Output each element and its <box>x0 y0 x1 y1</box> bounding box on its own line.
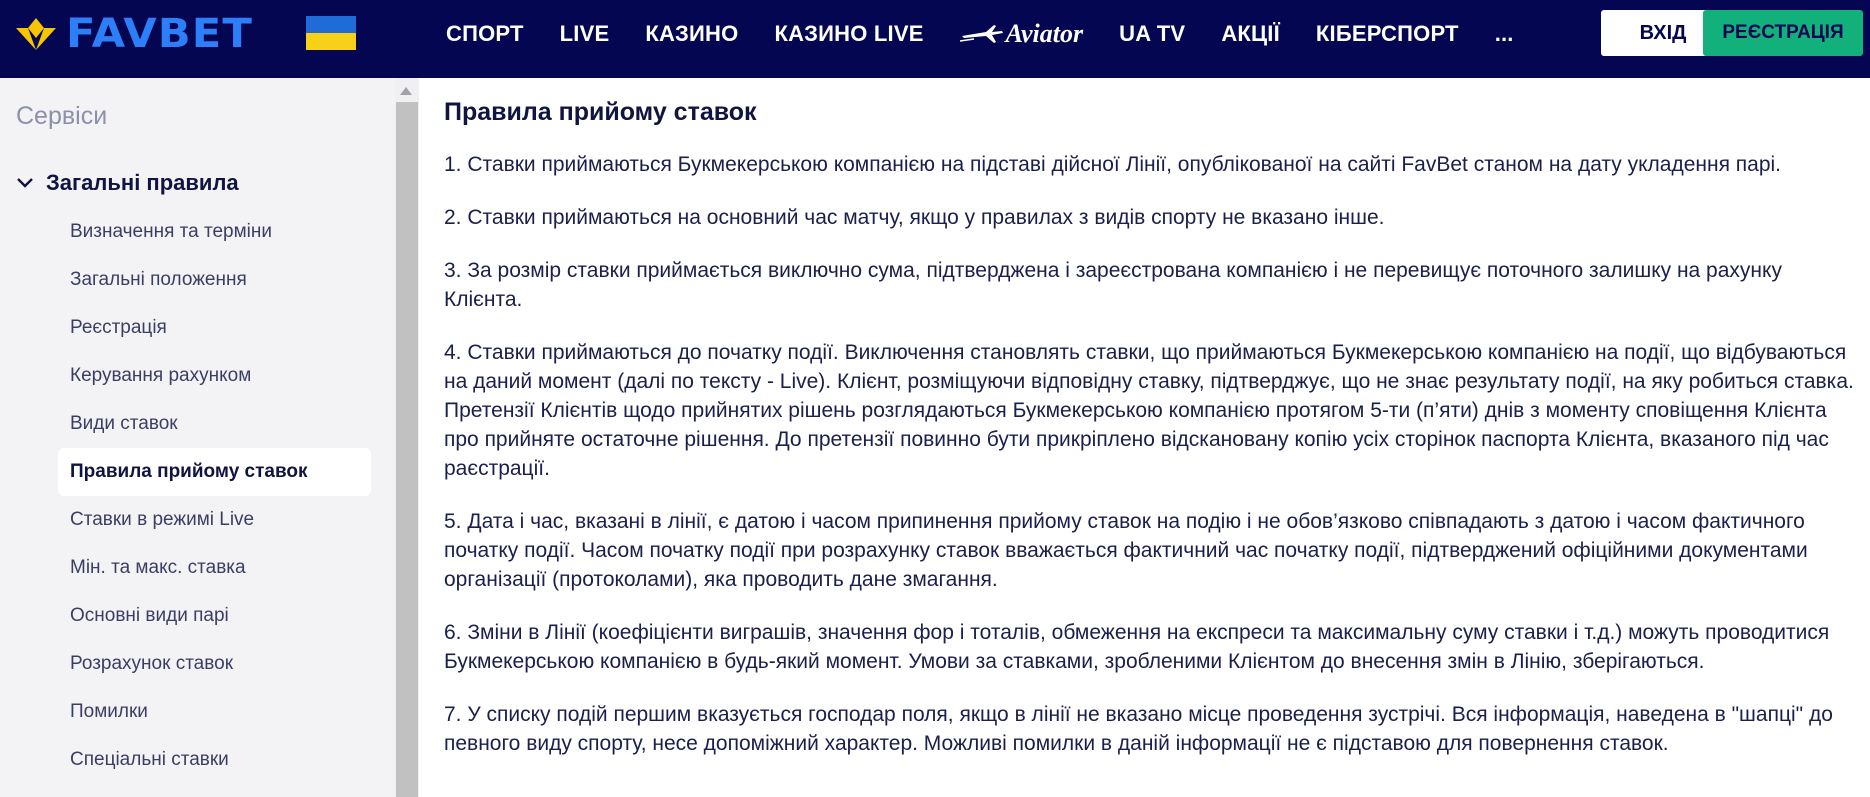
main-nav: СПОРТ LIVE КАЗИНО КАЗИНО LIVE Aviator UA… <box>446 0 1550 68</box>
sidebar-scrollbar[interactable] <box>395 78 419 797</box>
sidebar-item-errors[interactable]: Помилки <box>58 688 371 736</box>
sidebar-item-registration[interactable]: Реєстрація <box>58 304 371 352</box>
sidebar-item-bet-types[interactable]: Види ставок <box>58 400 371 448</box>
rule-paragraph: 6. Зміни в Лінії (коефіцієнти виграшів, … <box>444 621 1830 673</box>
favbet-logo[interactable]: FAVBET <box>14 14 252 54</box>
rule-paragraph: 4. Ставки приймаються до початку події. … <box>444 341 1854 480</box>
nav-sport[interactable]: СПОРТ <box>446 21 524 47</box>
rule-paragraph: 3. За розмір ставки приймається виключно… <box>444 259 1782 311</box>
sidebar-item-account-management[interactable]: Керування рахунком <box>58 352 371 400</box>
ukraine-flag-icon <box>306 16 356 50</box>
rules-list: 1. Ставки приймаються Букмекерською комп… <box>444 150 1856 758</box>
sidebar-item-special-bets[interactable]: Спеціальні ставки <box>58 736 371 784</box>
sidebar-item-general-provisions[interactable]: Загальні положення <box>58 256 371 304</box>
sidebar-item-live-bets[interactable]: Ставки в режимі Live <box>58 496 371 544</box>
nav-casino[interactable]: КАЗИНО <box>645 21 738 47</box>
sidebar-item-bet-acceptance-rules[interactable]: Правила прийому ставок <box>58 448 371 496</box>
chevron-down-icon <box>17 178 33 188</box>
section-general-rules[interactable]: Загальні правила <box>16 170 239 196</box>
logo-mark-icon <box>16 18 56 50</box>
main-content: Правила прийому ставок 1. Ставки приймаю… <box>444 96 1856 782</box>
nav-promotions[interactable]: АКЦІЇ <box>1221 21 1280 47</box>
section-general-rules-label: Загальні правила <box>46 170 239 195</box>
sidebar-title: Сервіси <box>16 102 108 130</box>
nav-live[interactable]: LIVE <box>560 21 610 47</box>
rule-paragraph: 5. Дата і час, вказані в лінії, є датою … <box>444 510 1808 591</box>
airplane-icon <box>959 25 1003 43</box>
sidebar-item-bet-settlement[interactable]: Розрахунок ставок <box>58 640 371 688</box>
nav-more[interactable]: ... <box>1495 21 1514 47</box>
sidebar-item-definitions[interactable]: Визначення та терміни <box>58 208 371 256</box>
sidebar-item-min-max-bet[interactable]: Мін. та макс. ставка <box>58 544 371 592</box>
sidebar-item-main-bet-kinds[interactable]: Основні види парі <box>58 592 371 640</box>
top-navigation-bar: FAVBET СПОРТ LIVE КАЗИНО КАЗИНО LIVE Avi… <box>0 0 1870 78</box>
sidebar: Сервіси Загальні правила Визначення та т… <box>0 78 395 797</box>
nav-aviator[interactable]: Aviator <box>959 19 1084 49</box>
nav-esports[interactable]: КІБЕРСПОРТ <box>1316 21 1459 47</box>
page-title: Правила прийому ставок <box>444 98 757 126</box>
rule-paragraph: 2. Ставки приймаються на основний час ма… <box>444 206 1385 229</box>
rule-paragraph: 1. Ставки приймаються Букмекерською комп… <box>444 153 1782 176</box>
scrollbar-thumb[interactable] <box>396 102 418 797</box>
scroll-up-arrow-icon[interactable] <box>400 87 412 95</box>
logo-wordmark: FAVBET <box>66 11 253 57</box>
nav-ua-tv[interactable]: UA TV <box>1119 21 1185 47</box>
rule-paragraph: 7. У списку подій першим вказується госп… <box>444 703 1833 755</box>
nav-casino-live[interactable]: КАЗИНО LIVE <box>774 21 923 47</box>
register-button[interactable]: РЕЄСТРАЦІЯ <box>1703 10 1863 56</box>
nav-aviator-label: Aviator <box>1005 19 1084 48</box>
sidebar-menu: Визначення та терміни Загальні положення… <box>58 208 371 784</box>
